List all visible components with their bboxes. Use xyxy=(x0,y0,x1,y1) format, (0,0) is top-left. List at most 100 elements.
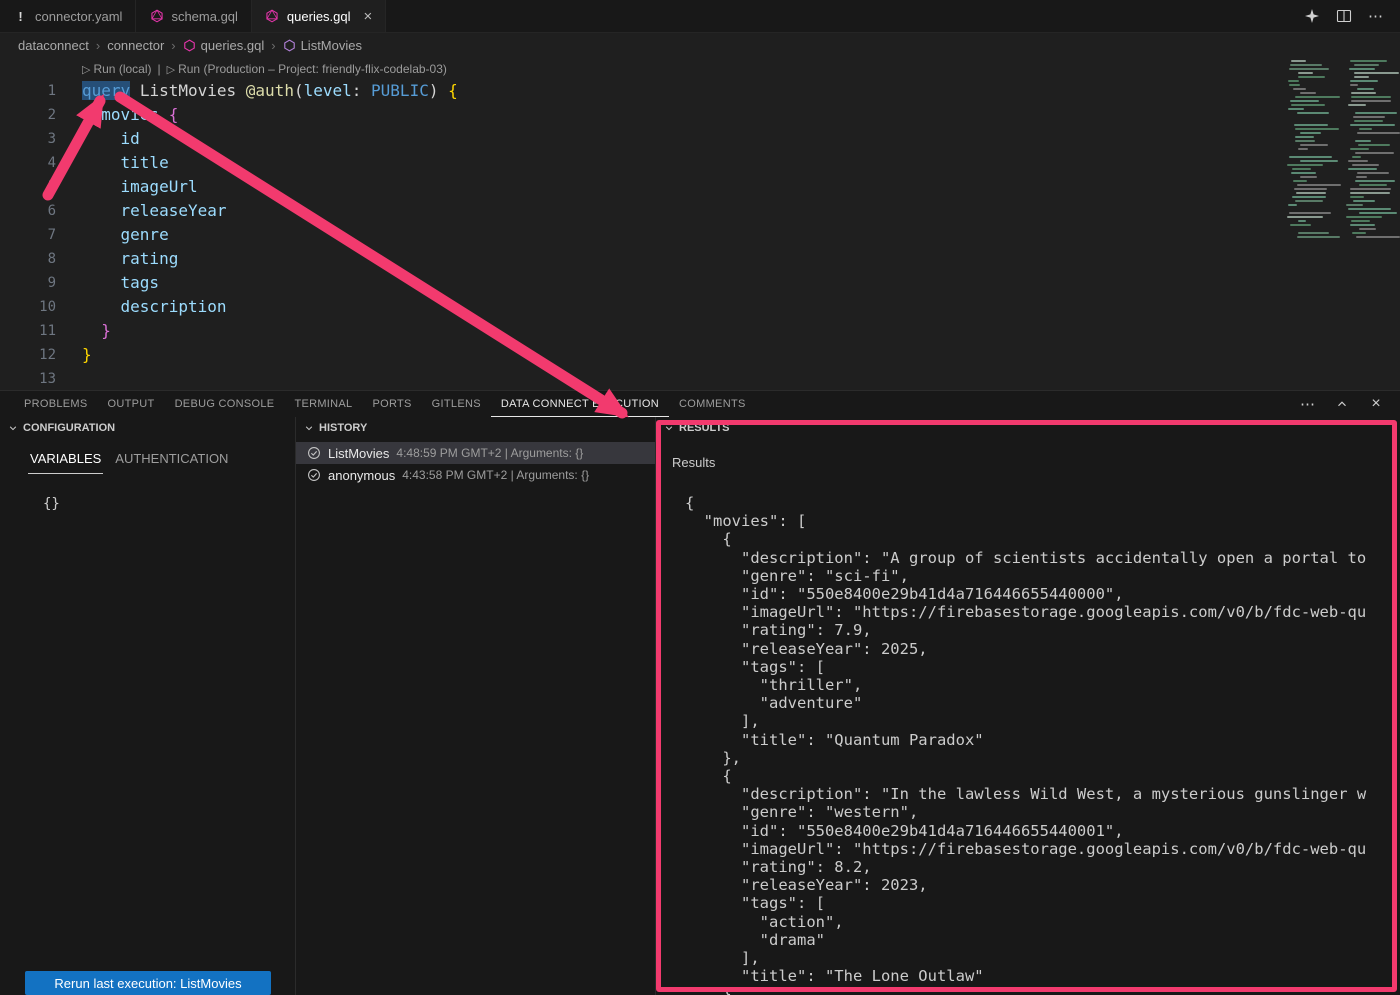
line-number: 13 xyxy=(0,367,56,390)
run-local-link[interactable]: ▷ Run (local) xyxy=(82,62,152,76)
panel-close-icon[interactable]: × xyxy=(1368,396,1384,412)
line-number: 6 xyxy=(0,199,56,223)
results-header[interactable]: RESULTS xyxy=(656,417,1400,439)
results-section: RESULTS Results { "movies": [ { "descrip… xyxy=(656,417,1400,995)
line-number: 12 xyxy=(0,343,56,367)
breadcrumb-separator: › xyxy=(96,38,100,53)
panel-tab-ports[interactable]: PORTS xyxy=(362,391,421,417)
line-number: 8 xyxy=(0,247,56,271)
panel-tab-problems[interactable]: PROBLEMS xyxy=(14,391,98,417)
editor-tab-strip: ! connector.yaml schema.gql queries.gql … xyxy=(0,0,1400,33)
panel-tab-output[interactable]: OUTPUT xyxy=(98,391,165,417)
more-actions-icon[interactable]: ⋯ xyxy=(1368,7,1384,25)
code-content[interactable]: query ListMovies @auth(level: PUBLIC) { … xyxy=(82,79,458,390)
panel-actions: ⋯ × xyxy=(1300,391,1400,417)
line-number: 2 xyxy=(0,103,56,127)
run-icon: ▷ xyxy=(167,63,175,76)
rerun-button[interactable]: Rerun last execution: ListMovies xyxy=(25,971,271,995)
history-entry-name: ListMovies xyxy=(328,446,389,461)
tab-schema-gql[interactable]: schema.gql xyxy=(136,0,251,32)
tab-label: queries.gql xyxy=(287,9,351,24)
code-line[interactable]: } xyxy=(82,319,458,343)
results-label: Results xyxy=(672,455,1400,470)
history-section: HISTORY ListMovies 4:48:59 PM GMT+2 | Arg… xyxy=(296,417,656,995)
history-entry-meta: 4:43:58 PM GMT+2 | Arguments: {} xyxy=(402,468,589,482)
code-line[interactable]: movies { xyxy=(82,103,458,127)
code-line[interactable]: query ListMovies @auth(level: PUBLIC) { xyxy=(82,79,458,103)
configuration-header[interactable]: CONFIGURATION xyxy=(0,417,295,439)
minimap[interactable] xyxy=(1283,57,1400,247)
code-line[interactable]: releaseYear xyxy=(82,199,458,223)
breadcrumb-dataconnect[interactable]: dataconnect xyxy=(18,38,89,53)
codelens: ▷ Run (local) | ▷ Run (Production – Proj… xyxy=(82,59,447,79)
panel-tab-terminal[interactable]: TERMINAL xyxy=(284,391,362,417)
close-icon[interactable]: × xyxy=(364,9,373,24)
history-entry-name: anonymous xyxy=(328,468,395,483)
code-line[interactable] xyxy=(82,367,458,390)
tab-label: schema.gql xyxy=(171,9,237,24)
line-number: 3 xyxy=(0,127,56,151)
yaml-warning-icon: ! xyxy=(13,9,28,24)
code-line[interactable]: genre xyxy=(82,223,458,247)
chevron-down-icon xyxy=(304,423,314,433)
breadcrumb-separator: › xyxy=(171,38,175,53)
tab-variables[interactable]: VARIABLES xyxy=(28,447,103,474)
line-number: 1 xyxy=(0,79,56,103)
tab-label: connector.yaml xyxy=(35,9,122,24)
code-line[interactable]: id xyxy=(82,127,458,151)
line-number: 7 xyxy=(0,223,56,247)
panel-body: CONFIGURATION VARIABLES AUTHENTICATION {… xyxy=(0,417,1400,995)
history-entry[interactable]: anonymous 4:43:58 PM GMT+2 | Arguments: {… xyxy=(296,464,655,486)
configuration-section: CONFIGURATION VARIABLES AUTHENTICATION {… xyxy=(0,417,296,995)
code-line[interactable]: tags xyxy=(82,271,458,295)
configuration-tabs: VARIABLES AUTHENTICATION xyxy=(0,447,295,474)
codelens-separator: | xyxy=(158,62,161,76)
line-number: 11 xyxy=(0,319,56,343)
code-line[interactable]: } xyxy=(82,343,458,367)
history-entry-meta: 4:48:59 PM GMT+2 | Arguments: {} xyxy=(396,446,583,460)
graphql-operation-icon xyxy=(283,39,296,52)
sparkle-icon[interactable] xyxy=(1304,8,1320,24)
code-line[interactable]: rating xyxy=(82,247,458,271)
history-entry[interactable]: ListMovies 4:48:59 PM GMT+2 | Arguments: … xyxy=(296,442,655,464)
code-line[interactable]: imageUrl xyxy=(82,175,458,199)
panel-tab-comments[interactable]: COMMENTS xyxy=(669,391,756,417)
breadcrumb-connector[interactable]: connector xyxy=(107,38,164,53)
minimap-column xyxy=(1346,60,1398,247)
graphql-icon xyxy=(265,9,280,24)
code-line[interactable]: title xyxy=(82,151,458,175)
editor-actions: ⋯ xyxy=(1304,0,1400,32)
breadcrumb-queries-gql[interactable]: queries.gql xyxy=(183,38,265,53)
split-editor-icon[interactable] xyxy=(1336,8,1352,24)
variables-value[interactable]: {} xyxy=(43,496,295,512)
panel-more-icon[interactable]: ⋯ xyxy=(1300,396,1316,412)
panel-tab-debug-console[interactable]: DEBUG CONSOLE xyxy=(165,391,285,417)
graphql-icon xyxy=(149,9,164,24)
line-number: 10 xyxy=(0,295,56,319)
chevron-down-icon xyxy=(8,423,18,433)
tab-connector-yaml[interactable]: ! connector.yaml xyxy=(0,0,136,32)
breadcrumb-listmovies[interactable]: ListMovies xyxy=(283,38,362,53)
run-production-link[interactable]: ▷ Run (Production – Project: friendly-fl… xyxy=(167,62,447,76)
panel-tab-strip: PROBLEMSOUTPUTDEBUG CONSOLETERMINALPORTS… xyxy=(0,391,1400,417)
breadcrumb-separator: › xyxy=(271,38,275,53)
check-circle-icon xyxy=(307,446,321,460)
bottom-panel: PROBLEMSOUTPUTDEBUG CONSOLETERMINALPORTS… xyxy=(0,390,1400,995)
line-number: 5 xyxy=(0,175,56,199)
code-line[interactable]: description xyxy=(82,295,458,319)
tab-authentication[interactable]: AUTHENTICATION xyxy=(113,447,230,474)
graphql-icon xyxy=(183,39,196,52)
line-number: 4 xyxy=(0,151,56,175)
history-list: ListMovies 4:48:59 PM GMT+2 | Arguments: … xyxy=(296,442,655,486)
panel-tab-data-connect-execution[interactable]: DATA CONNECT EXECUTION xyxy=(491,391,669,417)
panel-tab-gitlens[interactable]: GITLENS xyxy=(422,391,491,417)
history-header[interactable]: HISTORY xyxy=(296,417,655,439)
run-icon: ▷ xyxy=(82,63,90,76)
line-number: 9 xyxy=(0,271,56,295)
line-number-gutter: 12345678910111213 xyxy=(0,79,56,390)
panel-maximize-icon[interactable] xyxy=(1334,396,1350,412)
results-json[interactable]: { "movies": [ { "description": "A group … xyxy=(685,494,1400,995)
tab-queries-gql[interactable]: queries.gql × xyxy=(252,0,386,32)
code-editor[interactable]: ▷ Run (local) | ▷ Run (Production – Proj… xyxy=(0,57,1400,390)
minimap-column xyxy=(1287,60,1339,247)
